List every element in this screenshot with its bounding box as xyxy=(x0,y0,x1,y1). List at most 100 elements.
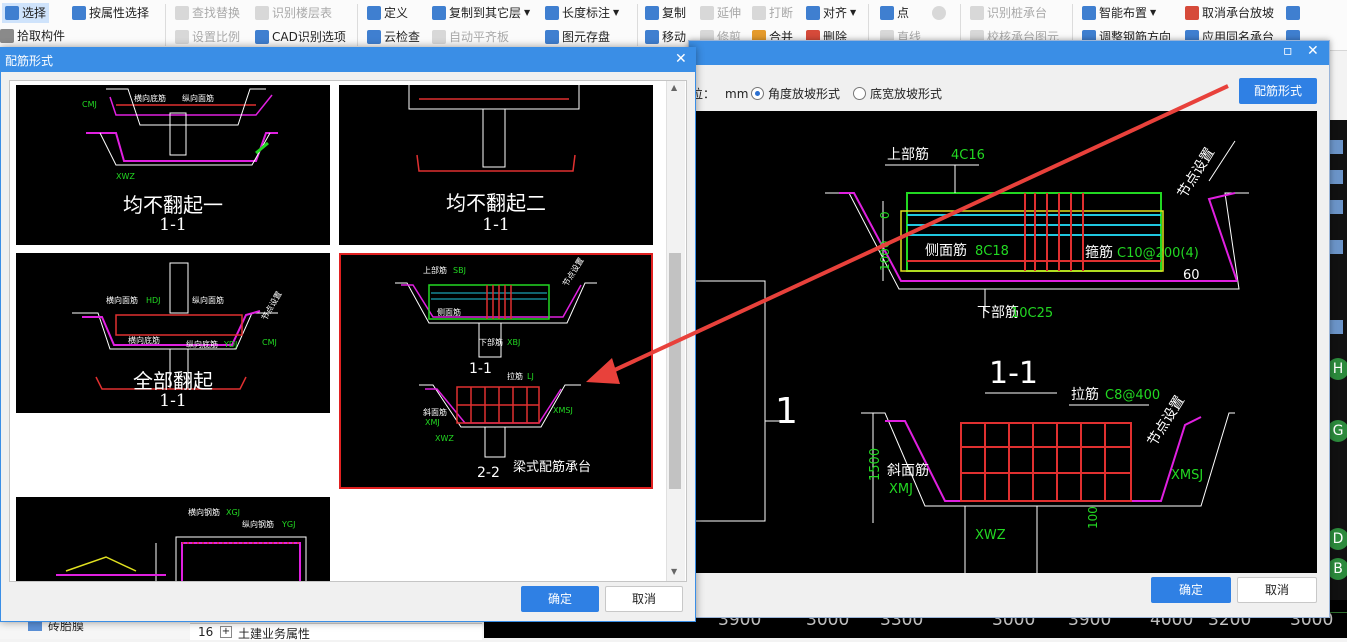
view-side-icon[interactable] xyxy=(1329,240,1343,254)
table-icon xyxy=(255,6,269,20)
define-icon xyxy=(367,6,381,20)
width-slope-radio[interactable]: 底宽放坡形式 xyxy=(853,85,942,102)
ok-button[interactable]: 确定 xyxy=(521,586,599,612)
identify-pile-cap-button[interactable]: 识别桩承台 xyxy=(970,3,1047,23)
copy-to-layer-button[interactable]: 复制到其它层 ▼ xyxy=(432,3,530,23)
cancel-slope-button[interactable]: 取消承台放坡 xyxy=(1185,3,1274,23)
angle-slope-radio[interactable]: 角度放坡形式 xyxy=(751,85,840,102)
rebar-form-tile-selected[interactable]: 上部筋 SBJ 侧面筋 节点设置 下部筋 XBJ 1-1 拉筋 LJ 斜面筋 X… xyxy=(339,253,653,489)
svg-text:纵向底筋: 纵向底筋 xyxy=(186,339,218,349)
svg-text:XMSJ: XMSJ xyxy=(553,406,573,415)
close-icon[interactable]: ✕ xyxy=(675,51,687,67)
dialog-titlebar[interactable]: 配筋形式 ✕ xyxy=(1,48,695,72)
cad-icon xyxy=(255,30,269,44)
rebar-form-tile[interactable]: CMJ XWZ 横向底筋 纵向面筋 均不翻起一 1-1 xyxy=(16,85,330,245)
cloud-check-button[interactable]: 云检查 xyxy=(367,27,420,47)
view-3d-icon[interactable] xyxy=(1329,170,1343,184)
tile-caption: 均不翻起二 xyxy=(446,191,546,215)
xwz-code: XWZ xyxy=(975,528,1006,543)
view-cube-icon[interactable] xyxy=(1329,140,1343,154)
svg-text:纵向面筋: 纵向面筋 xyxy=(192,295,224,305)
tile-caption: 梁式配筋承台 xyxy=(513,459,591,475)
property-row[interactable]: 16 + 土建业务属性 xyxy=(190,623,482,641)
rebar-form-button[interactable]: 配筋形式 xyxy=(1239,78,1317,104)
edit-icon xyxy=(1286,6,1300,20)
tie-bar-value: C8@400 xyxy=(1105,388,1160,403)
move-button[interactable]: 移动 xyxy=(645,27,686,47)
bottom-rebar-value: 10C25 xyxy=(1011,306,1053,321)
identify-floor-button[interactable]: 识别楼层表 xyxy=(255,3,332,23)
view-top-icon[interactable] xyxy=(1329,200,1343,214)
length-dim-button[interactable]: 长度标注 ▼ xyxy=(545,3,619,23)
slope-angle: 60 xyxy=(1183,268,1200,283)
svg-text:YGJ: YGJ xyxy=(281,520,295,529)
svg-text:上部筋: 上部筋 xyxy=(423,265,447,275)
align-button[interactable]: 对齐 ▼ xyxy=(806,3,856,23)
cad-options-button[interactable]: CAD识别选项 xyxy=(255,27,346,47)
separator xyxy=(637,4,638,46)
cloud-icon xyxy=(367,30,381,44)
side-rebar-label: 侧面筋 xyxy=(925,242,967,259)
copy-button[interactable]: 复制 xyxy=(645,3,686,23)
set-scale-button[interactable]: 设置比例 xyxy=(175,27,240,47)
svg-text:XWZ: XWZ xyxy=(435,434,454,443)
row-number: 16 xyxy=(198,625,214,639)
section-title: 1-1 xyxy=(989,356,1038,391)
rebar-form-tile[interactable]: 均不翻起二 1-1 xyxy=(339,85,653,245)
rebar-form-tile[interactable]: 横向面筋 HDJ 纵向面筋 横向底筋 纵向底筋 YDJ CMJ 节点设置 全部翻… xyxy=(16,253,330,413)
tile-drawing: 上部筋 SBJ 侧面筋 节点设置 下部筋 XBJ 1-1 拉筋 LJ 斜面筋 X… xyxy=(395,256,597,481)
circle-tool-button[interactable] xyxy=(932,3,946,23)
svg-text:CMJ: CMJ xyxy=(262,338,277,347)
cancel-button[interactable]: 取消 xyxy=(1237,577,1317,603)
smart-layout-button[interactable]: 智能布置 ▼ xyxy=(1082,3,1156,23)
pick-component-button[interactable]: 拾取构件 xyxy=(0,26,65,46)
top-rebar-value: 4C16 xyxy=(951,148,985,163)
svg-text:下部筋: 下部筋 xyxy=(479,337,503,347)
radio-checked-icon xyxy=(751,87,764,100)
grid-axis-label: B xyxy=(1327,558,1347,580)
separator xyxy=(165,4,166,46)
stirrup-label: 箍筋 xyxy=(1085,244,1113,261)
scroll-down-icon[interactable]: ▼ xyxy=(671,567,677,576)
dropdown-icon: ▼ xyxy=(1150,8,1157,17)
define-button[interactable]: 定义 xyxy=(367,3,408,23)
select-button[interactable]: 选择 xyxy=(2,3,50,23)
stirrup-value: C10@200(4) xyxy=(1117,246,1199,261)
rebar-form-tile[interactable]: 横向钢筋 XGJ 纵向钢筋 YGJ xyxy=(16,497,330,581)
select-by-attr-button[interactable]: 按属性选择 xyxy=(72,3,149,23)
svg-text:横向面筋: 横向面筋 xyxy=(106,295,138,305)
svg-text:XMJ: XMJ xyxy=(425,418,440,427)
point-button[interactable]: 点 xyxy=(880,3,909,23)
ok-button[interactable]: 确定 xyxy=(1151,577,1231,603)
dimension-icon xyxy=(545,6,559,20)
save-element-button[interactable]: 图元存盘 xyxy=(545,27,610,47)
scale-icon xyxy=(175,30,189,44)
rebar-form-list[interactable]: CMJ XWZ 横向底筋 纵向面筋 均不翻起一 1-1 均不翻起二 1-1 横向… xyxy=(9,80,687,582)
unit-label: 位： mm xyxy=(691,86,749,102)
svg-text:节点设置: 节点设置 xyxy=(259,289,284,322)
scroll-up-icon[interactable]: ▲ xyxy=(671,83,677,92)
tile-section: 2-2 xyxy=(477,465,500,481)
cancel-button[interactable]: 取消 xyxy=(605,586,683,612)
find-replace-button[interactable]: 查找替换 xyxy=(175,3,240,23)
auto-align-button[interactable]: 自动平齐板 xyxy=(432,27,509,47)
expand-icon[interactable]: + xyxy=(220,626,232,638)
close-icon[interactable]: ✕ xyxy=(1307,43,1319,59)
svg-text:YDJ: YDJ xyxy=(223,340,237,349)
dimension-value: 100 xyxy=(1086,506,1100,529)
svg-text:纵向面筋: 纵向面筋 xyxy=(182,93,214,103)
svg-text:CMJ: CMJ xyxy=(82,100,97,109)
tile-caption: 全部翻起 xyxy=(133,369,213,393)
dialog-titlebar[interactable]: ▫ ✕ xyxy=(689,41,1329,65)
edit-button[interactable] xyxy=(1286,3,1300,23)
scrollbar-thumb[interactable] xyxy=(669,253,681,489)
maximize-icon[interactable]: ▫ xyxy=(1283,43,1293,59)
svg-text:斜面筋: 斜面筋 xyxy=(423,407,447,417)
pick-icon xyxy=(0,29,14,43)
svg-text:横向底筋: 横向底筋 xyxy=(134,93,166,103)
save-icon xyxy=(545,30,559,44)
extend-button[interactable]: 延伸 xyxy=(700,3,741,23)
dialog-title: 配筋形式 xyxy=(5,54,54,68)
rotate-icon[interactable] xyxy=(1329,320,1343,334)
break-button[interactable]: 打断 xyxy=(752,3,793,23)
